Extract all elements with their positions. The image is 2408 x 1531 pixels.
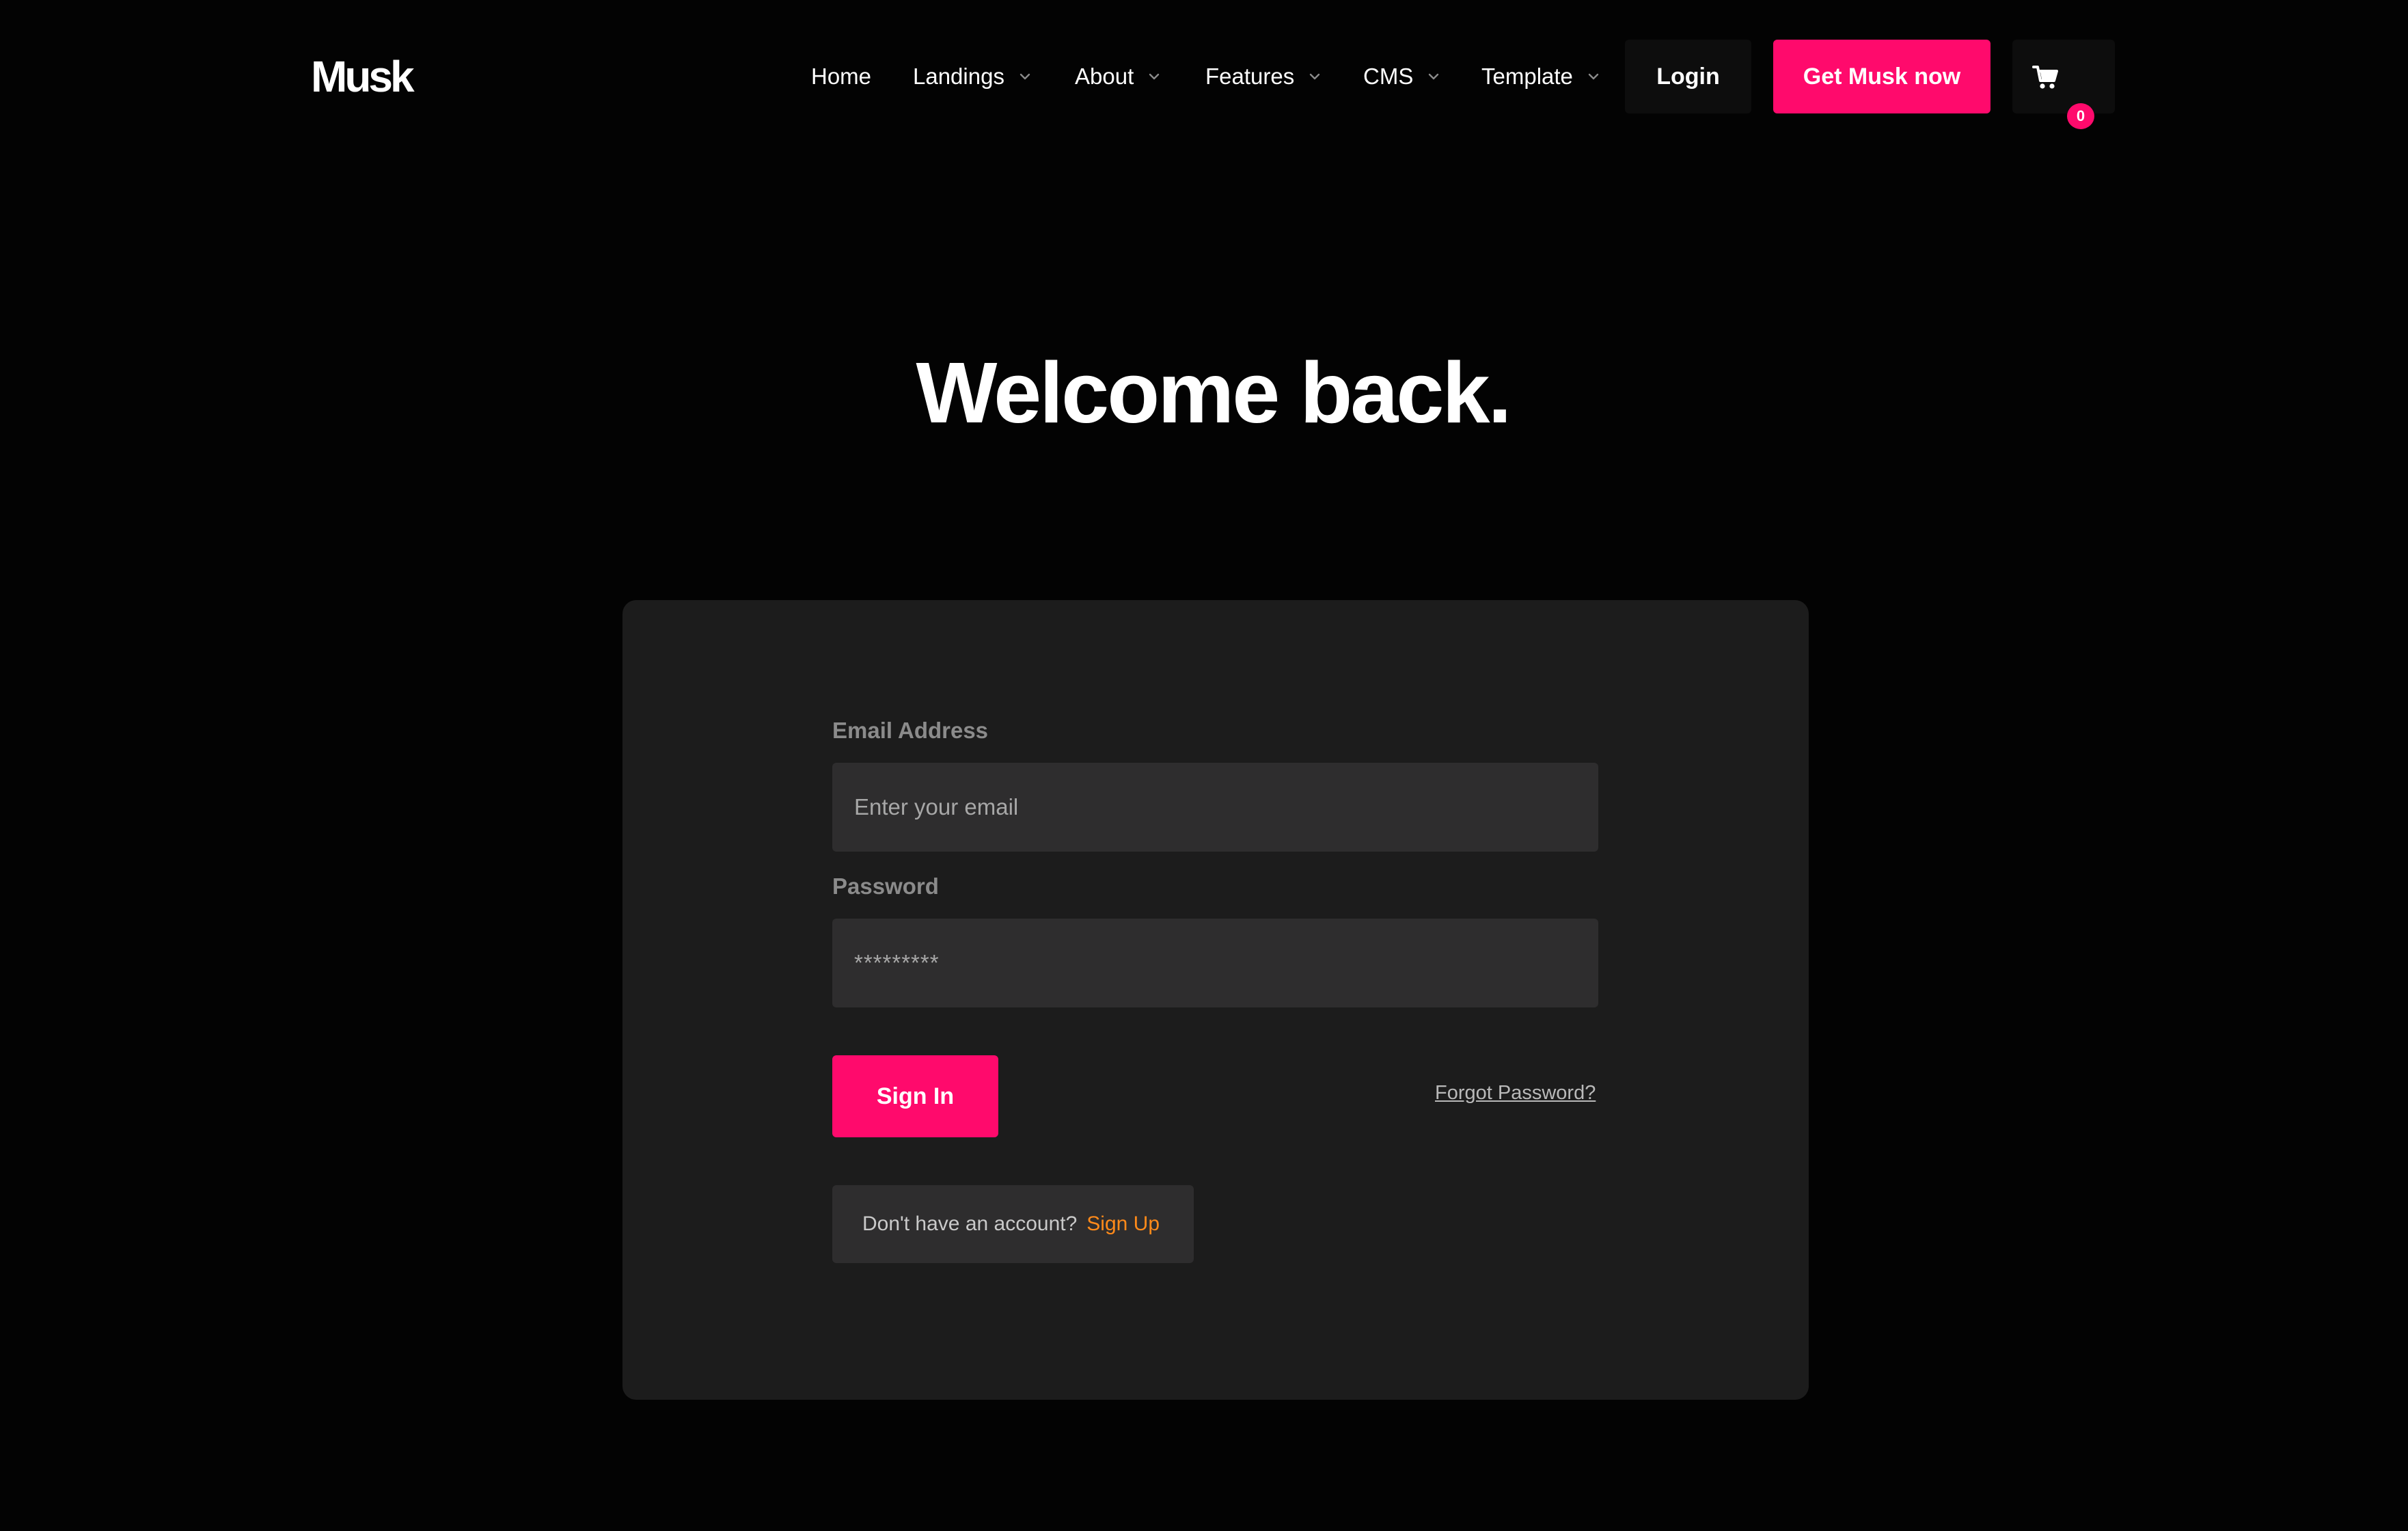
nav-item-template[interactable]: Template [1481, 55, 1599, 98]
get-musk-now-button[interactable]: Get Musk now [1773, 40, 1990, 113]
chevron-down-icon [1309, 73, 1320, 80]
nav-item-label: Landings [913, 64, 1004, 89]
nav-item-landings[interactable]: Landings [913, 55, 1030, 98]
cart-count-badge: 0 [2067, 103, 2094, 129]
nav-item-cms[interactable]: CMS [1363, 55, 1439, 98]
nav-item-home[interactable]: Home [811, 55, 871, 98]
login-button[interactable]: Login [1625, 40, 1751, 113]
chevron-down-icon [1588, 73, 1599, 80]
cart-icon [2032, 66, 2058, 89]
sign-up-link[interactable]: Sign Up [1086, 1212, 1160, 1236]
nav-item-label: Features [1205, 64, 1295, 89]
sign-in-button[interactable]: Sign In [832, 1055, 998, 1137]
password-label: Password [832, 873, 939, 899]
page-title: Welcome back. [916, 344, 1511, 441]
chevron-down-icon [1428, 73, 1439, 80]
password-field[interactable]: ********* [832, 919, 1598, 1007]
cart-button[interactable]: 0 [2012, 40, 2115, 129]
forgot-password-link[interactable]: Forgot Password? [1435, 1082, 1596, 1105]
no-account-text: Don't have an account? [862, 1212, 1078, 1235]
nav-item-features[interactable]: Features [1205, 55, 1320, 98]
email-field[interactable]: Enter your email [832, 763, 1598, 852]
chevron-down-icon [1020, 73, 1030, 80]
login-card: Email Address Enter your email Password … [622, 600, 1809, 1400]
nav-item-label: CMS [1363, 64, 1414, 89]
chevron-down-icon [1149, 73, 1160, 80]
password-value: ********* [854, 950, 940, 975]
nav-item-about[interactable]: About [1075, 55, 1160, 98]
email-placeholder: Enter your email [854, 794, 1019, 819]
navbar: Musk Home Landings About Features CMS Te… [0, 0, 2408, 154]
nav-item-label: About [1075, 64, 1134, 89]
signup-prompt: Don't have an account? Sign Up [832, 1185, 1194, 1263]
email-label: Email Address [832, 718, 989, 743]
brand-logo[interactable]: Musk [311, 49, 415, 104]
nav-item-label: Template [1481, 64, 1573, 89]
nav-item-label: Home [811, 64, 872, 89]
